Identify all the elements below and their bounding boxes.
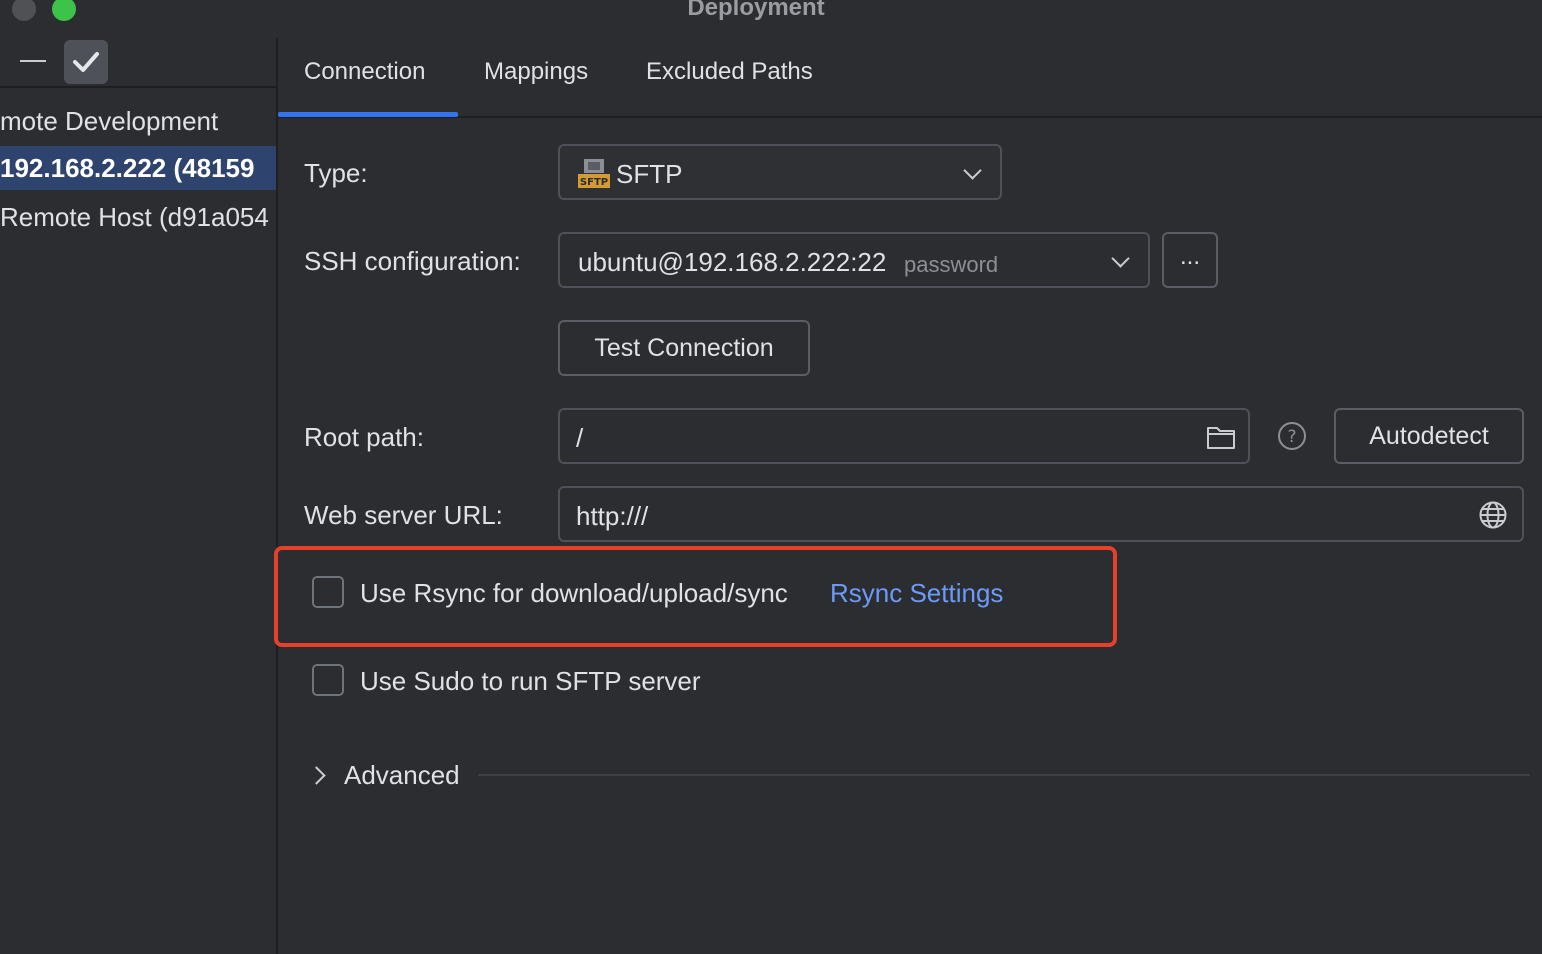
type-label: Type: [304,158,368,188]
active-tab-indicator [278,112,458,117]
use-sudo-checkbox[interactable] [312,664,344,696]
server-item-remote-host[interactable]: Remote Host (d91a054 [0,195,276,239]
autodetect-button[interactable]: Autodetect [1334,408,1524,464]
root-path-value: / [576,423,584,453]
web-server-url-input[interactable]: http:/// [558,486,1524,542]
globe-icon[interactable] [1478,500,1508,530]
ssh-configuration-label: SSH configuration: [304,246,521,276]
web-server-url-label: Web server URL: [304,500,503,530]
chevron-down-icon [963,161,982,180]
toolbar-divider [0,86,276,88]
tab-mappings[interactable]: Mappings [484,58,588,86]
tabs-divider [278,116,1542,118]
apply-button[interactable] [64,40,108,84]
advanced-section-toggle[interactable]: Advanced [344,760,460,791]
folder-icon[interactable] [1206,424,1236,450]
chevron-right-icon[interactable] [307,766,326,785]
test-connection-button[interactable]: Test Connection [558,320,810,376]
ssh-auth-hint: password [904,252,999,277]
window-title: Deployment [687,0,825,21]
check-icon [73,52,99,72]
tab-excluded-paths[interactable]: Excluded Paths [646,58,813,86]
ssh-configuration-value: ubuntu@192.168.2.222:22 [578,247,887,277]
svg-text:SFTP: SFTP [580,177,608,188]
ssh-configuration-more-button[interactable]: ... [1162,232,1218,288]
rsync-settings-link[interactable]: Rsync Settings [830,578,1003,609]
server-item-remote-development[interactable]: mote Development [0,99,276,143]
minus-icon[interactable] [20,60,46,62]
use-sudo-label: Use Sudo to run SFTP server [360,666,701,696]
web-server-url-value: http:/// [576,501,649,531]
root-path-input[interactable]: / [558,408,1250,464]
chevron-down-icon [1111,249,1130,268]
use-rsync-checkbox[interactable] [312,576,344,608]
sidebar-divider [276,38,278,954]
server-item-selected[interactable]: 192.168.2.222 (48159 [0,146,276,190]
sftp-icon: SFTP [578,159,610,188]
type-select[interactable]: SFTP SFTP [558,144,1002,200]
tab-connection[interactable]: Connection [304,58,425,86]
root-path-label: Root path: [304,422,424,452]
use-rsync-label: Use Rsync for download/upload/sync [360,578,788,608]
advanced-separator [478,774,1530,776]
svg-text:?: ? [1287,427,1296,447]
type-value: SFTP [616,159,683,189]
ssh-configuration-select[interactable]: ubuntu@192.168.2.222:22 password [558,232,1150,288]
help-icon[interactable]: ? [1276,420,1308,452]
